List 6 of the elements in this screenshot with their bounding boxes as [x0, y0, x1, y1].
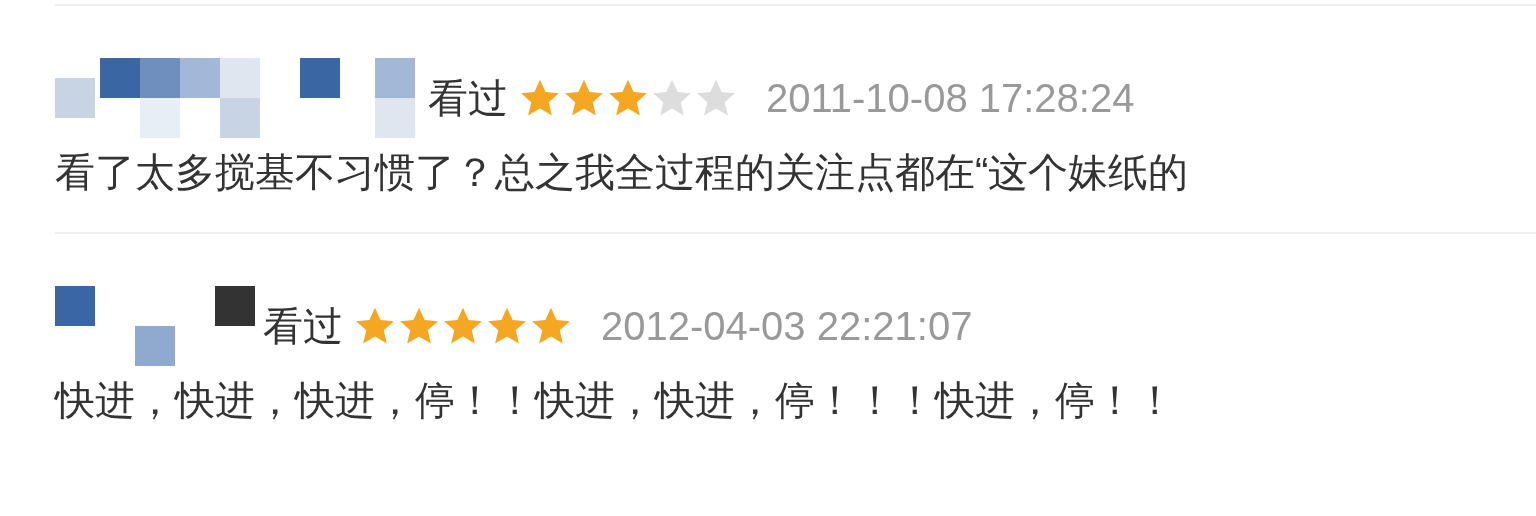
comment-time: 2011-10-08 17:28:24 [766, 75, 1135, 122]
comment-text: 看了太多搅基不习惯了？总之我全过程的关注点都在“这个妹纸的 [55, 149, 1190, 196]
watched-status: 看过 [428, 75, 508, 122]
comment-text: 快进，快进，快进，停！！快进，快进，停！！！快进，停！！ [55, 377, 1176, 424]
watched-status: 看过 [263, 303, 343, 350]
comment-time: 2012-04-03 22:21:07 [601, 303, 973, 350]
